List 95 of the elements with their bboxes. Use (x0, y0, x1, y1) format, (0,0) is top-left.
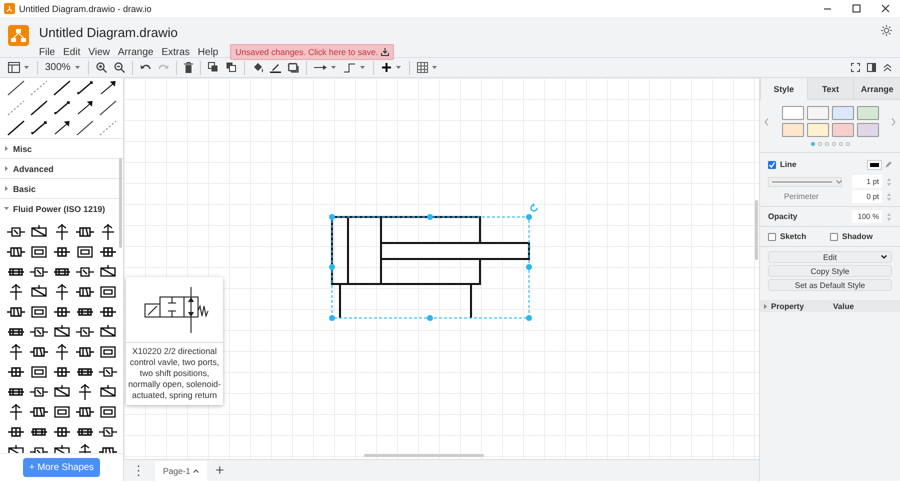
maximize-icon[interactable] (852, 4, 861, 13)
collapsed-icon (4, 166, 9, 171)
format-panel-icon[interactable] (867, 63, 876, 72)
set-default-style-button[interactable]: Set as Default Style (768, 279, 892, 291)
app-icon (4, 3, 15, 14)
style-swatch[interactable] (856, 123, 878, 137)
menu-item[interactable]: Help (198, 46, 218, 58)
line-shape-icon[interactable] (6, 119, 26, 137)
sidebar-section[interactable]: Misc (0, 138, 123, 158)
page-dot[interactable] (818, 142, 822, 146)
caret-icon[interactable] (330, 65, 337, 70)
zoom-level[interactable]: 300% (45, 62, 71, 73)
menu-item[interactable]: Edit (63, 46, 80, 58)
page-dot[interactable] (810, 142, 814, 146)
delete-icon[interactable] (184, 62, 193, 73)
style-swatch[interactable] (782, 123, 804, 137)
page-dot[interactable] (846, 142, 850, 146)
expanded-icon (4, 206, 9, 211)
column-header: Property (771, 302, 805, 310)
layout-icon[interactable] (8, 62, 20, 73)
menu-item[interactable]: View (88, 46, 110, 58)
zoom-out-icon[interactable] (114, 62, 125, 73)
check-icon (769, 162, 775, 168)
tooltip-text: X10220 2/2 directional control vavle, two ports, two shift positions, normally open, solenoid-actuated, spring return (127, 345, 222, 402)
style-swatch[interactable] (782, 106, 804, 120)
page-dot[interactable] (838, 142, 842, 146)
fullscreen-icon[interactable] (851, 63, 860, 72)
menu-item[interactable]: File (39, 46, 56, 58)
download-icon[interactable] (381, 48, 390, 56)
chevron-down-icon (881, 255, 887, 259)
caret-icon[interactable] (74, 65, 81, 70)
panel-tab[interactable]: Arrange (853, 78, 900, 100)
fill-icon[interactable] (252, 62, 263, 73)
style-swatch[interactable] (832, 106, 854, 120)
panel-tab[interactable]: Text (806, 78, 854, 100)
style-swatch[interactable] (806, 123, 828, 137)
app-logo-icon (8, 25, 29, 46)
waypoint-icon[interactable] (344, 62, 356, 72)
collapsed-icon (4, 186, 9, 191)
line-color-swatch[interactable] (868, 160, 881, 168)
pages-menu-button[interactable]: ⋮ (130, 463, 147, 478)
line-style-dropdown[interactable] (768, 176, 842, 186)
shadow-icon[interactable] (288, 62, 299, 72)
line-shape-icon[interactable] (6, 79, 26, 97)
add-page-button[interactable]: + (215, 462, 224, 479)
opacity-label: Opacity (768, 212, 798, 221)
column-header: Value (833, 302, 855, 310)
line-shape-icon[interactable] (52, 99, 72, 117)
copy-style-button[interactable]: Copy Style (768, 265, 892, 277)
menu-item[interactable]: Arrange (118, 46, 154, 58)
caret-icon[interactable] (193, 468, 200, 472)
close-icon[interactable] (881, 4, 890, 13)
option-label: Shadow (842, 232, 873, 241)
line-shape-icon[interactable] (28, 99, 48, 117)
line-shape-icon[interactable] (98, 99, 118, 117)
expand-icon (764, 304, 768, 308)
line-checkbox[interactable] (768, 160, 776, 168)
caret-icon[interactable] (430, 65, 438, 70)
style-swatch[interactable] (806, 106, 828, 120)
caret-icon (836, 180, 842, 184)
page-tab[interactable]: Page-1 (155, 460, 208, 480)
table-icon[interactable] (416, 62, 428, 73)
edit-dropdown[interactable]: Edit (768, 251, 892, 263)
line-shape-icon[interactable] (52, 79, 72, 97)
to-front-icon[interactable] (208, 62, 219, 73)
undo-icon[interactable] (140, 63, 151, 72)
caret-icon[interactable] (23, 65, 30, 70)
solid-line-icon (772, 180, 832, 182)
window-title: Untitled Diagram.drawio - draw.io (19, 4, 153, 14)
menu-item[interactable]: Extras (161, 46, 190, 58)
option-checkbox[interactable] (768, 232, 776, 240)
caret-icon[interactable] (358, 65, 366, 70)
rotate-handle-icon[interactable] (530, 203, 538, 212)
file-name[interactable]: Untitled Diagram.drawio (39, 25, 871, 40)
line-label: Line (780, 160, 796, 169)
insert-icon[interactable] (380, 62, 392, 73)
caret-icon[interactable] (394, 65, 402, 70)
pencil-icon[interactable] (885, 161, 892, 168)
line-color-icon[interactable] (270, 62, 281, 73)
connection-icon[interactable] (314, 64, 327, 71)
page-dot[interactable] (832, 142, 836, 146)
page-dot[interactable] (824, 142, 828, 146)
perimeter-label: Perimeter (783, 192, 820, 201)
line-shape-icon[interactable] (74, 119, 94, 137)
to-back-icon[interactable] (226, 62, 237, 73)
option-label: Sketch (780, 232, 806, 241)
option-checkbox[interactable] (830, 232, 838, 240)
theme-icon[interactable] (881, 25, 892, 36)
collapse-icon[interactable] (883, 63, 892, 72)
line-shape-icon[interactable] (74, 79, 94, 97)
style-swatch[interactable] (856, 106, 878, 120)
line-shape-icon[interactable] (28, 119, 48, 137)
collapsed-icon (4, 146, 9, 151)
style-swatch[interactable] (832, 123, 854, 137)
zoom-in-icon[interactable] (96, 62, 107, 73)
